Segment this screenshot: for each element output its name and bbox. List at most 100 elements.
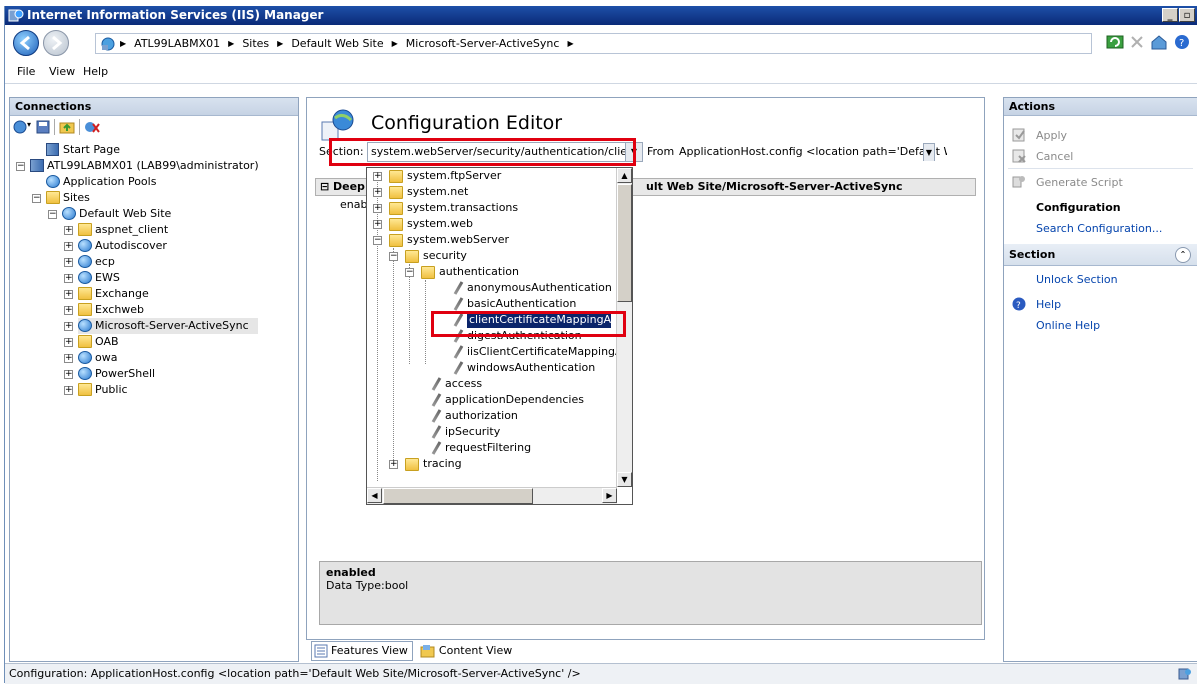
help-link[interactable]: Help xyxy=(1036,298,1061,311)
content-view-icon xyxy=(420,645,435,658)
collapse-toggle[interactable]: − xyxy=(32,194,41,203)
maximize-button[interactable]: ▫ xyxy=(1179,8,1195,22)
connect-globe-icon[interactable] xyxy=(13,120,27,134)
section-header[interactable]: Section ⌃ xyxy=(1004,244,1197,266)
iis-app-icon xyxy=(8,8,24,23)
from-combobox[interactable]: ApplicationHost.config <location path='D… xyxy=(675,142,948,162)
expand-toggle[interactable]: + xyxy=(373,220,382,229)
disconnect-icon[interactable] xyxy=(84,120,100,134)
collapse-up-icon[interactable]: ⌃ xyxy=(1175,247,1191,263)
toolbar-divider xyxy=(54,119,55,135)
stop-icon[interactable] xyxy=(1130,35,1144,49)
property-description: enabled Data Type:bool xyxy=(319,561,982,625)
open-folder-icon xyxy=(389,234,403,247)
help-icon[interactable]: ? xyxy=(1174,34,1190,50)
collapse-icon[interactable]: ⊟ xyxy=(320,179,329,195)
dropdown-vertical-scrollbar[interactable]: ▲ ▼ xyxy=(616,168,632,487)
section-pencil-icon xyxy=(453,281,464,295)
expand-toggle[interactable]: + xyxy=(64,242,73,251)
expand-toggle[interactable]: + xyxy=(64,258,73,267)
scroll-right-icon[interactable]: ▶ xyxy=(602,488,617,503)
breadcrumb-sites[interactable]: Sites ▶ xyxy=(242,37,291,50)
chevron-down-icon[interactable]: ▼ xyxy=(625,143,642,161)
tree-child-activesync[interactable]: Microsoft-Server-ActiveSync xyxy=(78,318,258,334)
page-title: Configuration Editor xyxy=(371,112,563,134)
expand-toggle[interactable]: + xyxy=(389,460,398,469)
search-configuration-link[interactable]: Search Configuration... xyxy=(1036,222,1162,235)
app-globe-icon xyxy=(78,351,92,364)
section-label: Section: xyxy=(319,145,364,158)
expand-toggle[interactable]: + xyxy=(373,188,382,197)
menu-help[interactable]: Help xyxy=(83,65,108,78)
forward-button[interactable] xyxy=(43,30,69,56)
expand-toggle[interactable]: + xyxy=(64,370,73,379)
start-page-icon xyxy=(46,143,59,156)
open-folder-icon xyxy=(405,250,419,263)
breadcrumb-server[interactable]: ATL99LABMX01 ▶ xyxy=(134,37,242,50)
toolbar-icons: ? xyxy=(1106,34,1190,50)
scroll-up-icon[interactable]: ▲ xyxy=(617,168,632,183)
chevron-down-icon[interactable]: ▼ xyxy=(923,143,935,161)
folder-icon xyxy=(389,202,403,215)
description-type: Data Type:bool xyxy=(326,579,409,592)
expand-toggle[interactable]: + xyxy=(64,274,73,283)
virtual-dir-icon xyxy=(78,335,92,348)
cancel-icon xyxy=(1012,149,1026,163)
refresh-icon[interactable] xyxy=(1106,34,1124,50)
up-folder-icon[interactable] xyxy=(59,120,75,134)
menu-view[interactable]: View xyxy=(49,65,75,78)
dropdown-horizontal-scrollbar[interactable]: ◀ ▶ xyxy=(367,487,617,504)
scroll-thumb[interactable] xyxy=(383,488,533,504)
breadcrumb-default-web-site[interactable]: Default Web Site ▶ xyxy=(291,37,405,50)
menu-file[interactable]: File xyxy=(17,65,35,78)
scroll-left-icon[interactable]: ◀ xyxy=(367,488,382,503)
expand-toggle[interactable]: + xyxy=(64,306,73,315)
expand-toggle[interactable]: + xyxy=(64,338,73,347)
app-globe-icon xyxy=(78,239,92,252)
minimize-button[interactable]: _ xyxy=(1162,8,1178,22)
chevron-down-icon[interactable]: ▾ xyxy=(27,120,31,129)
expand-toggle[interactable]: + xyxy=(64,386,73,395)
section-pencil-icon xyxy=(431,441,442,455)
svg-text:?: ? xyxy=(1179,38,1184,49)
online-help-link[interactable]: Online Help xyxy=(1036,319,1100,332)
expand-toggle[interactable]: + xyxy=(64,226,73,235)
expand-toggle[interactable]: + xyxy=(373,172,382,181)
cancel-action[interactable]: Cancel xyxy=(1036,150,1073,163)
expand-toggle[interactable]: + xyxy=(64,322,73,331)
expand-toggle[interactable]: + xyxy=(64,290,73,299)
website-globe-icon xyxy=(62,207,76,220)
section-dropdown-list[interactable]: + system.ftpServer + system.net + system… xyxy=(366,167,633,505)
save-icon[interactable] xyxy=(36,120,50,134)
section-pencil-icon xyxy=(431,393,442,407)
server-icon xyxy=(30,159,44,172)
app-globe-icon xyxy=(78,367,92,380)
section-pencil-icon xyxy=(453,361,464,375)
tab-features-view[interactable]: Features View xyxy=(311,641,413,661)
apply-action[interactable]: Apply xyxy=(1036,129,1067,142)
breadcrumb[interactable]: ▶ ATL99LABMX01 ▶ Sites ▶ Default Web Site ▶… xyxy=(95,33,1092,54)
home-icon[interactable] xyxy=(1150,34,1168,50)
virtual-dir-icon xyxy=(78,287,92,300)
back-button[interactable] xyxy=(13,30,39,56)
collapse-toggle[interactable]: − xyxy=(48,210,57,219)
generate-script-action[interactable]: Generate Script xyxy=(1036,176,1123,189)
collapse-toggle[interactable]: − xyxy=(16,162,25,171)
expand-toggle[interactable]: + xyxy=(64,354,73,363)
collapse-toggle[interactable]: − xyxy=(405,268,414,277)
scroll-down-icon[interactable]: ▼ xyxy=(617,472,632,487)
tab-content-view[interactable]: Content View xyxy=(417,641,517,661)
breadcrumb-activesync[interactable]: Microsoft-Server-ActiveSync ▶ xyxy=(406,37,582,50)
back-arrow-icon xyxy=(19,35,30,51)
scroll-thumb[interactable] xyxy=(617,184,632,302)
sites-folder-icon xyxy=(46,191,60,204)
breadcrumb-separator: ▶ xyxy=(120,39,127,48)
actions-panel: Actions Apply Cancel Generate Script Con… xyxy=(1003,97,1197,662)
expand-toggle[interactable]: + xyxy=(373,204,382,213)
collapse-toggle[interactable]: − xyxy=(389,252,398,261)
menu-bar: File View Help xyxy=(5,61,1197,84)
collapse-toggle[interactable]: − xyxy=(373,236,382,245)
section-combobox[interactable]: system.webServer/security/authentication… xyxy=(367,142,643,162)
virtual-dir-icon xyxy=(78,303,92,316)
unlock-section-link[interactable]: Unlock Section xyxy=(1036,273,1118,286)
